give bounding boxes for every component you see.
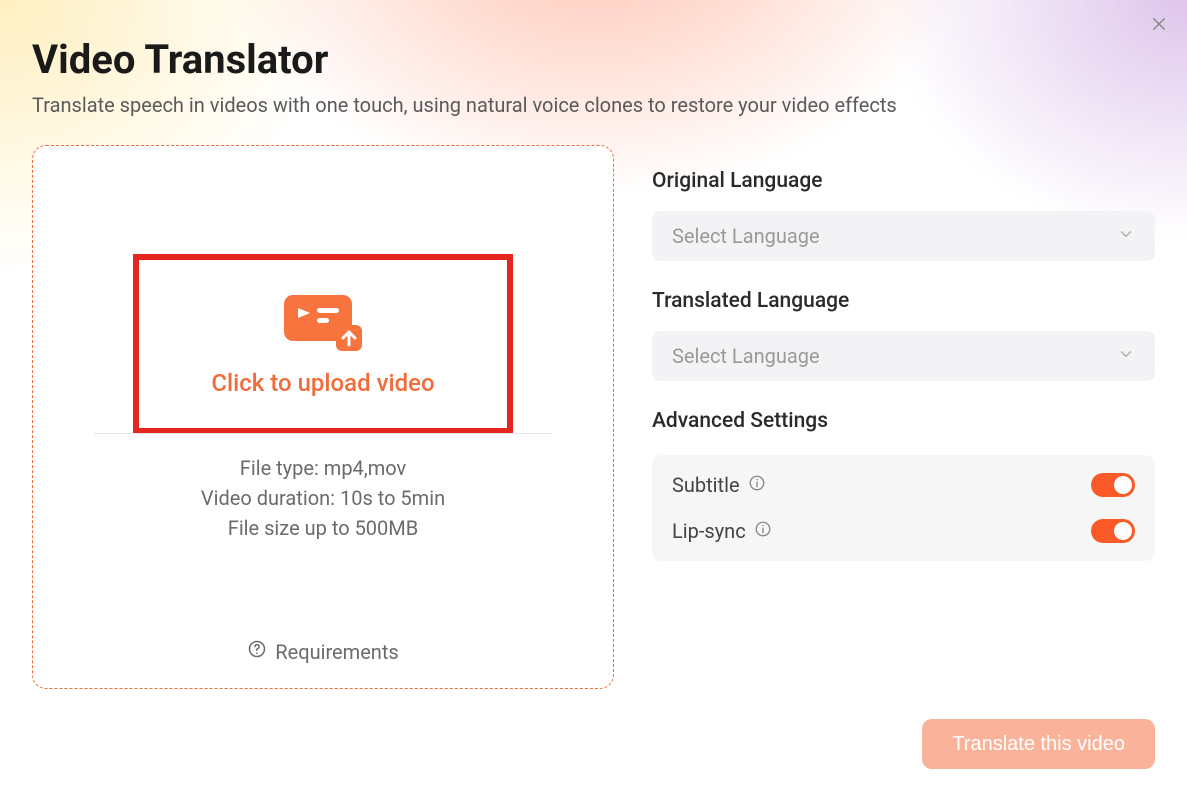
duration-text: Video duration: 10s to 5min: [201, 486, 445, 510]
advanced-settings-box: Subtitle Lip-sync: [652, 455, 1155, 561]
upload-dropzone[interactable]: Click to upload video File type: mp4,mov…: [32, 145, 614, 689]
upload-cta-text: Click to upload video: [211, 369, 434, 397]
settings-panel: Original Language Select Language Transl…: [652, 145, 1155, 689]
size-text: File size up to 500MB: [228, 516, 418, 540]
translated-language-placeholder: Select Language: [672, 344, 820, 368]
subtitle-row: Subtitle: [672, 473, 1135, 497]
page-title: Video Translator: [32, 36, 1155, 83]
info-icon[interactable]: [754, 519, 772, 543]
page-subtitle: Translate speech in videos with one touc…: [32, 93, 1155, 117]
translate-button[interactable]: Translate this video: [922, 719, 1155, 769]
translated-language-label: Translated Language: [652, 289, 1155, 313]
advanced-settings-label: Advanced Settings: [652, 409, 1155, 433]
upload-button[interactable]: Click to upload video: [133, 254, 513, 434]
help-icon: [247, 639, 267, 664]
info-icon[interactable]: [748, 473, 766, 497]
close-button[interactable]: [1145, 12, 1173, 40]
original-language-placeholder: Select Language: [672, 224, 820, 248]
file-type-text: File type: mp4,mov: [240, 456, 406, 480]
close-icon: [1150, 15, 1168, 37]
lipsync-row: Lip-sync: [672, 519, 1135, 543]
upload-requirements-info: File type: mp4,mov Video duration: 10s t…: [201, 456, 445, 540]
requirements-label: Requirements: [275, 640, 398, 664]
divider: [94, 433, 552, 434]
requirements-link[interactable]: Requirements: [247, 639, 398, 664]
video-upload-icon: [280, 291, 366, 355]
lipsync-label: Lip-sync: [672, 519, 746, 543]
original-language-label: Original Language: [652, 169, 1155, 193]
original-language-select[interactable]: Select Language: [652, 211, 1155, 261]
subtitle-label: Subtitle: [672, 473, 740, 497]
chevron-down-icon: [1117, 224, 1135, 248]
subtitle-toggle[interactable]: [1091, 473, 1135, 497]
translated-language-select[interactable]: Select Language: [652, 331, 1155, 381]
chevron-down-icon: [1117, 344, 1135, 368]
lipsync-toggle[interactable]: [1091, 519, 1135, 543]
